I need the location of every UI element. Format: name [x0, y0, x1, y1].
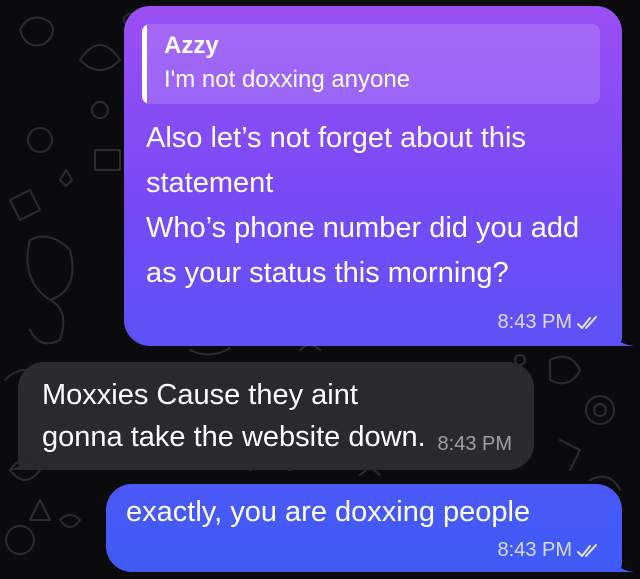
- double-check-icon: [577, 315, 597, 329]
- reply-quote-bar: [142, 24, 147, 104]
- message-meta: 8:43 PM: [498, 539, 602, 562]
- message-meta: 8:43 PM: [498, 311, 602, 334]
- message-text: Also let’s not forget about this stateme…: [146, 122, 580, 289]
- message-text: exactly, you are doxxing people: [126, 496, 531, 528]
- reply-quote[interactable]: Azzy I'm not doxxing anyone: [142, 24, 600, 104]
- message-text: Moxxies Cause they aint gonna take the w…: [42, 379, 426, 453]
- outgoing-message-bubble[interactable]: exactly, you are doxxing people 8:43 PM: [106, 484, 622, 572]
- message-time: 8:43 PM: [497, 311, 572, 333]
- outgoing-message-bubble[interactable]: Azzy I'm not doxxing anyone Also let’s n…: [124, 6, 622, 346]
- incoming-message-bubble[interactable]: Moxxies Cause they aint gonna take the w…: [18, 362, 534, 470]
- reply-quoted-text: I'm not doxxing anyone: [164, 66, 411, 93]
- double-check-icon: [577, 543, 597, 557]
- message-time: 8:43 PM: [437, 433, 512, 455]
- reply-sender-name: Azzy: [164, 32, 219, 59]
- message-time: 8:43 PM: [497, 539, 572, 561]
